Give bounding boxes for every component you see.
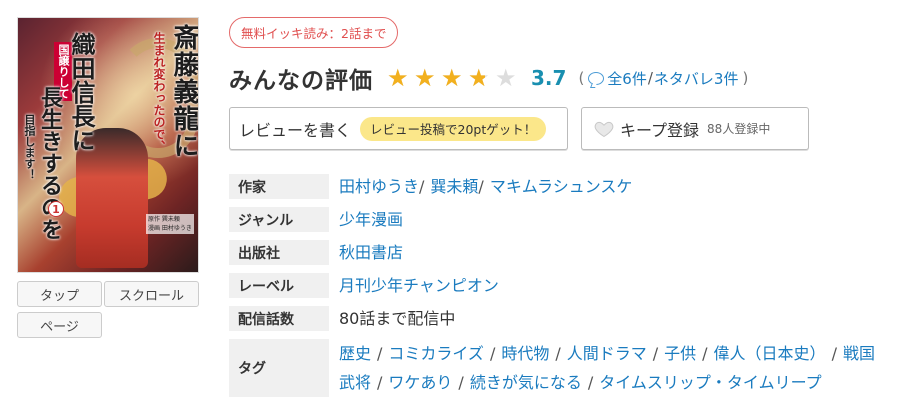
star-fill: ★ bbox=[387, 66, 409, 90]
tag-link[interactable]: 続きが気になる bbox=[470, 373, 582, 392]
tap-mode-button[interactable]: タップ bbox=[17, 281, 102, 307]
scroll-mode-button[interactable]: スクロール bbox=[104, 281, 199, 307]
keep-count: 88人登録中 bbox=[707, 122, 771, 136]
cover-image[interactable]: 斎藤義龍に 生まれ変わったので、 国譲りして 織田信長に 長生きするのを 目指し… bbox=[17, 17, 199, 273]
tag-list: 歴史 / コミカライズ / 時代物 / 人間ドラマ / 子供 / 偉人（日本史） / 戦国武将 / ワケあり… bbox=[339, 339, 889, 397]
review-bonus-pill: レビュー投稿で20ptゲット！ bbox=[360, 116, 547, 141]
label-link[interactable]: 月刊少年チャンピオン bbox=[339, 276, 499, 295]
rating-row: みんなの評価 ★★★★★★★★★★ 3.7 ( 全6件 / ネタバレ3件 ) bbox=[229, 62, 752, 94]
tag-link[interactable]: タイムスリップ・タイムリープ bbox=[599, 373, 821, 392]
book-info-table: 作家 田村ゆうき/巽未頼/マキムラシュンスケ ジャンル 少年漫画 出版社 秋田書… bbox=[229, 174, 889, 405]
heart-icon bbox=[594, 119, 614, 139]
page-mode-button[interactable]: ページ bbox=[17, 312, 102, 338]
tag-separator: / bbox=[555, 344, 561, 363]
tag-separator: / bbox=[377, 344, 383, 363]
cover-title-line1: 斎藤義龍に bbox=[169, 24, 199, 159]
comment-icon bbox=[588, 71, 605, 85]
author-link[interactable]: マキムラシュンスケ bbox=[490, 177, 633, 196]
rating-score: 3.7 bbox=[531, 66, 567, 90]
star-icon: ★★ bbox=[387, 66, 411, 90]
info-key-publisher: 出版社 bbox=[229, 240, 329, 265]
rating-title: みんなの評価 bbox=[229, 68, 373, 94]
cover-title-line5: 目指します！ bbox=[23, 114, 36, 180]
tag-separator: / bbox=[587, 373, 594, 392]
tag-link[interactable]: 時代物 bbox=[501, 344, 549, 363]
star-fill: ★ bbox=[414, 66, 436, 90]
author-link[interactable]: 巽未頼 bbox=[430, 177, 478, 196]
author-list: 田村ゆうき/巽未頼/マキムラシュンスケ bbox=[339, 177, 633, 196]
tag-separator: / bbox=[831, 344, 837, 363]
star-icon: ★★ bbox=[468, 64, 490, 92]
info-key-tags: タグ bbox=[229, 339, 329, 397]
tag-link[interactable]: ワケあり bbox=[388, 373, 452, 392]
keep-register-button[interactable]: キープ登録 88人登録中 bbox=[581, 107, 809, 150]
info-row-author: 作家 田村ゆうき/巽未頼/マキムラシュンスケ bbox=[229, 174, 889, 199]
author-link[interactable]: 田村ゆうき bbox=[339, 177, 419, 196]
star-fill: ★ bbox=[468, 66, 485, 90]
cover-title-line3: 織田信長に bbox=[67, 32, 96, 152]
episodes-value: 80話まで配信中 bbox=[339, 309, 456, 328]
star-icon: ★★ bbox=[414, 66, 438, 90]
info-key-episodes: 配信話数 bbox=[229, 306, 329, 331]
star-rating: ★★★★★★★★★★ bbox=[387, 66, 522, 90]
tag-separator: / bbox=[489, 344, 496, 363]
tag-separator: / bbox=[702, 344, 708, 363]
info-row-genre: ジャンル 少年漫画 bbox=[229, 207, 889, 232]
info-key-author: 作家 bbox=[229, 174, 329, 199]
star-fill: ★ bbox=[441, 66, 463, 90]
tag-separator: / bbox=[377, 373, 383, 392]
star-icon: ★★ bbox=[495, 64, 517, 92]
tag-separator: / bbox=[458, 373, 464, 392]
tag-link[interactable]: 人間ドラマ bbox=[567, 344, 647, 363]
tag-link[interactable]: 歴史 bbox=[339, 344, 371, 363]
info-row-episodes: 配信話数 80話まで配信中 bbox=[229, 306, 889, 331]
info-row-publisher: 出版社 秋田書店 bbox=[229, 240, 889, 265]
tag-link[interactable]: コミカライズ bbox=[388, 344, 484, 363]
all-reviews-link[interactable]: 全6件 bbox=[607, 68, 647, 89]
publisher-link[interactable]: 秋田書店 bbox=[339, 243, 403, 262]
star-icon: ★★ bbox=[441, 66, 465, 90]
tag-link[interactable]: 子供 bbox=[664, 344, 696, 363]
cover-title-line4: 長生きするのを bbox=[37, 86, 63, 240]
write-review-button[interactable]: レビューを書く レビュー投稿で20ptゲット！ bbox=[229, 107, 568, 150]
write-review-label: レビューを書く bbox=[239, 120, 352, 140]
keep-register-label: キープ登録 bbox=[620, 120, 700, 140]
free-read-badge: 無料イッキ読み：2話まで bbox=[229, 17, 399, 48]
info-row-label: レーベル 月刊少年チャンピオン bbox=[229, 273, 889, 298]
tag-link[interactable]: 偉人（日本史） bbox=[714, 344, 826, 363]
tag-separator: / bbox=[652, 344, 659, 363]
cover-title-line2: 生まれ変わったので、 bbox=[152, 32, 166, 152]
info-key-label: レーベル bbox=[229, 273, 329, 298]
info-key-genre: ジャンル bbox=[229, 207, 329, 232]
cover-credits: 原作 巽未頼 漫画 田村ゆうき bbox=[146, 214, 194, 234]
spoiler-reviews-link[interactable]: ネタバレ3件 bbox=[654, 68, 739, 89]
review-count: ( 全6件 / ネタバレ3件 ) bbox=[578, 68, 749, 89]
genre-link[interactable]: 少年漫画 bbox=[339, 210, 403, 229]
info-row-tags: タグ 歴史 / コミカライズ / 時代物 / 人間ドラマ / 子供 / 偉人（日本史） / 戦国武将 / ワ… bbox=[229, 339, 889, 397]
cover-volume-badge: 1 bbox=[48, 201, 64, 217]
